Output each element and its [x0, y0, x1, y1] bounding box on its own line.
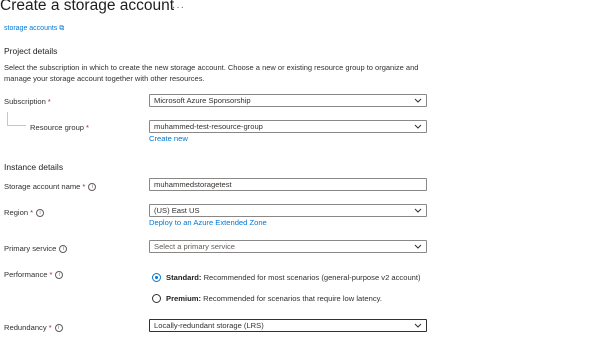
primary-service-label: Primary service i — [4, 244, 68, 253]
extended-zone-link[interactable]: Deploy to an Azure Extended Zone — [149, 218, 267, 227]
primary-service-dropdown[interactable]: Select a primary service — [149, 240, 427, 253]
primary-service-placeholder: Select a primary service — [154, 242, 236, 251]
info-icon[interactable]: i — [36, 209, 45, 217]
project-details-heading: Project details — [4, 46, 58, 56]
info-icon[interactable]: i — [59, 245, 68, 253]
performance-standard-text: Recommended for most scenarios (general-… — [203, 273, 421, 282]
region-label-text: Region — [4, 208, 29, 217]
instance-details-heading: Instance details — [4, 162, 64, 172]
chevron-down-icon — [414, 323, 422, 328]
required-mark: * — [86, 123, 90, 132]
redundancy-label: Redundancy * i — [4, 323, 63, 332]
performance-standard-option[interactable]: Standard: Recommended for most scenarios… — [166, 273, 421, 282]
chevron-down-icon — [414, 124, 422, 129]
storage-account-name-input[interactable]: muhammedstoragetest — [149, 178, 427, 191]
region-label: Region * i — [4, 208, 45, 217]
chevron-down-icon — [414, 98, 422, 103]
region-value: (US) East US — [154, 206, 200, 215]
resource-group-label: Resource group * — [30, 123, 89, 132]
performance-premium-option[interactable]: Premium: Recommended for scenarios that … — [166, 294, 382, 303]
info-icon[interactable]: i — [55, 271, 64, 279]
storage-account-name-label: Storage account name * i — [4, 182, 97, 191]
tree-connector — [7, 112, 26, 126]
required-mark: * — [47, 97, 51, 106]
info-icon[interactable]: i — [54, 324, 63, 332]
performance-standard-radio[interactable] — [152, 273, 161, 282]
performance-label-text: Performance — [4, 270, 48, 279]
storage-accounts-link[interactable]: storage accounts ⧉ — [4, 25, 64, 33]
performance-standard-title: Standard: — [166, 273, 202, 282]
required-mark: * — [82, 182, 86, 191]
performance-premium-radio[interactable] — [152, 294, 161, 303]
chevron-down-icon — [414, 208, 422, 213]
redundancy-value: Locally-redundant storage (LRS) — [154, 321, 264, 330]
redundancy-label-text: Redundancy — [4, 323, 47, 332]
primary-service-label-text: Primary service — [4, 244, 57, 253]
more-options-icon[interactable]: ··· — [172, 2, 185, 13]
info-icon[interactable]: i — [88, 183, 97, 191]
performance-premium-text: Recommended for scenarios that require l… — [203, 294, 382, 303]
resource-group-label-text: Resource group — [30, 123, 85, 132]
subscription-label: Subscription * — [4, 97, 51, 106]
resource-group-dropdown[interactable]: muhammed-test-resource-group — [149, 120, 427, 133]
required-mark: * — [49, 270, 53, 279]
region-dropdown[interactable]: (US) East US — [149, 204, 427, 217]
chevron-down-icon — [414, 244, 422, 249]
required-mark: * — [48, 323, 52, 332]
performance-premium-title: Premium: — [166, 294, 202, 303]
performance-label: Performance * i — [4, 270, 64, 279]
resource-group-value: muhammed-test-resource-group — [154, 122, 263, 131]
required-mark: * — [30, 208, 34, 217]
subscription-label-text: Subscription — [4, 97, 46, 106]
create-new-resource-group-link[interactable]: Create new — [149, 134, 188, 143]
project-details-description: Select the subscription in which to crea… — [4, 63, 419, 83]
storage-account-name-label-text: Storage account name — [4, 182, 81, 191]
subscription-dropdown[interactable]: Microsoft Azure Sponsorship — [149, 94, 427, 107]
subscription-value: Microsoft Azure Sponsorship — [154, 96, 251, 105]
redundancy-dropdown[interactable]: Locally-redundant storage (LRS) — [149, 319, 427, 332]
page-title: Create a storage account — [0, 0, 175, 14]
